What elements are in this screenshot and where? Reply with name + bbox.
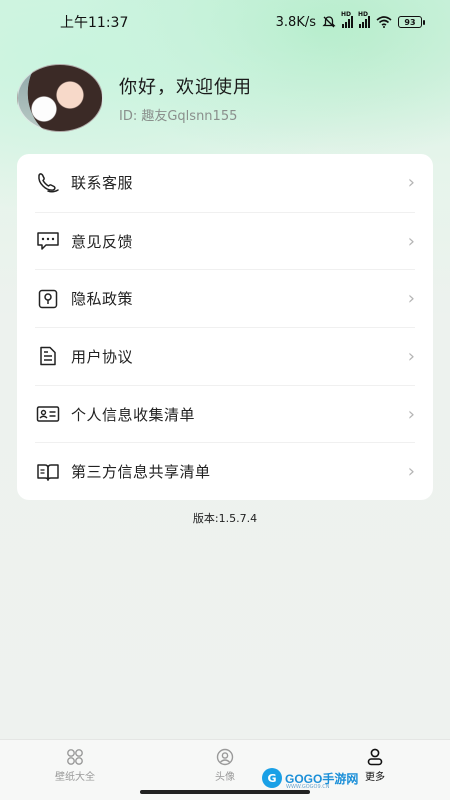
chevron-right-icon: › bbox=[407, 403, 415, 425]
chevron-right-icon: › bbox=[407, 461, 415, 483]
menu-item-privacy-policy[interactable]: 隐私政策 › bbox=[35, 269, 415, 327]
user-id: ID: 趣友Gqlsnn155 bbox=[119, 108, 238, 124]
menu-item-label: 意见反馈 bbox=[71, 232, 134, 251]
home-indicator[interactable] bbox=[140, 790, 310, 794]
menu-item-user-agreement[interactable]: 用户协议 › bbox=[35, 327, 415, 385]
menu-item-personal-info-list[interactable]: 个人信息收集清单 › bbox=[35, 384, 415, 443]
chevron-right-icon: › bbox=[407, 172, 415, 194]
watermark-logo: G GOGO手游网 WWW.GOGO9.CN bbox=[262, 768, 358, 790]
status-time: 上午11:37 bbox=[60, 15, 129, 31]
chevron-right-icon: › bbox=[407, 288, 415, 310]
greeting-text: 你好，欢迎使用 bbox=[119, 76, 252, 98]
wifi-icon bbox=[376, 16, 392, 28]
watermark-icon: G bbox=[262, 768, 282, 788]
document-icon bbox=[35, 343, 61, 369]
menu-item-customer-service[interactable]: 联系客服 › bbox=[35, 154, 415, 212]
signal-hd-icon-2: HD bbox=[358, 11, 370, 28]
menu-item-label: 第三方信息共享清单 bbox=[71, 463, 211, 482]
customer-service-icon bbox=[35, 170, 61, 196]
tab-label: 头像 bbox=[215, 772, 235, 783]
battery-level: 93 bbox=[404, 17, 416, 27]
tab-label: 壁纸大全 bbox=[55, 772, 95, 783]
version-text: 版本:1.5.7.4 bbox=[192, 512, 258, 525]
profile-header[interactable]: 你好，欢迎使用 ID: 趣友Gqlsnn155 bbox=[17, 64, 252, 132]
settings-menu: 联系客服 › 意见反馈 › 隐私政策 › 用户协议 › 个人信息收集清单 › 第… bbox=[17, 154, 433, 500]
menu-item-label: 个人信息收集清单 bbox=[71, 405, 196, 424]
menu-item-label: 用户协议 bbox=[71, 347, 134, 366]
chevron-right-icon: › bbox=[407, 345, 415, 367]
menu-item-label: 联系客服 bbox=[71, 174, 134, 193]
status-icons: 3.8K/s HD HD 93 bbox=[275, 11, 425, 30]
id-card-icon bbox=[35, 401, 61, 427]
menu-item-third-party-sharing-list[interactable]: 第三方信息共享清单 › bbox=[35, 442, 415, 500]
status-bar: 上午11:37 3.8K/s HD HD 93 bbox=[0, 0, 450, 44]
signal-hd-icon-1: HD bbox=[341, 11, 353, 28]
menu-item-label: 隐私政策 bbox=[71, 290, 134, 309]
open-book-icon bbox=[35, 459, 61, 485]
person-icon bbox=[367, 748, 383, 766]
tab-wallpapers[interactable]: 壁纸大全 bbox=[0, 740, 150, 800]
tab-label: 更多 bbox=[365, 772, 385, 783]
mute-icon bbox=[322, 16, 336, 28]
avatar[interactable] bbox=[17, 64, 103, 132]
network-speed: 3.8K/s bbox=[275, 14, 316, 30]
feedback-icon bbox=[35, 228, 61, 254]
chevron-right-icon: › bbox=[407, 230, 415, 252]
privacy-lock-icon bbox=[35, 286, 61, 312]
grid-icon bbox=[67, 749, 83, 765]
avatar-icon bbox=[216, 748, 234, 766]
battery-icon: 93 bbox=[398, 16, 425, 28]
menu-item-feedback[interactable]: 意见反馈 › bbox=[35, 211, 415, 270]
